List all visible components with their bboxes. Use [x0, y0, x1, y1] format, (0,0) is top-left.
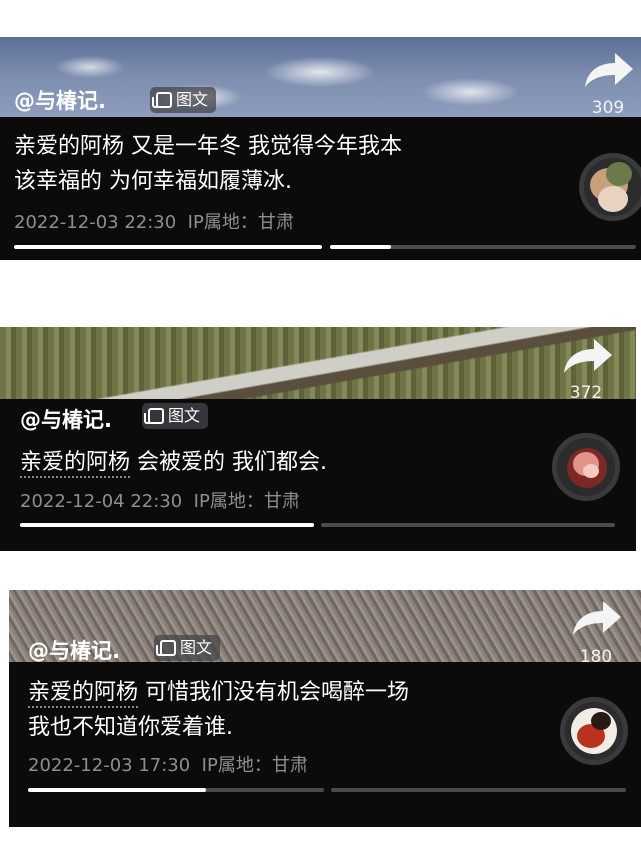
badge-label: 图文: [168, 406, 201, 425]
share-arrow-icon[interactable]: [581, 47, 637, 93]
avatar[interactable]: [552, 433, 620, 501]
post-text-highlight[interactable]: 亲爱的阿杨: [28, 680, 139, 708]
avatar[interactable]: [579, 153, 641, 221]
progress-fill: [28, 788, 206, 792]
timestamp: 2022-12-03 17:30: [28, 755, 191, 776]
progress-segment: [331, 788, 626, 792]
post-text-line: 我也不知道你爱着谁.: [28, 715, 233, 740]
share-count: 372: [569, 383, 603, 403]
post-text-highlight[interactable]: 亲爱的阿杨: [20, 450, 131, 478]
post-meta: 2022-12-03 17:30 IP属地：甘肃: [28, 751, 308, 777]
image-text-icon: [156, 640, 176, 656]
post-card-3[interactable]: @与椿记. 图文 180 亲爱的阿杨 可惜我们没有机会喝醉一场 我也不知道你爱着…: [9, 590, 641, 827]
post-card-1[interactable]: @与椿记. 图文 309 亲爱的阿杨 又是一年冬 我觉得今年我本 该幸福的 为何…: [0, 37, 641, 260]
post-meta: 2022-12-04 22:30 IP属地：甘肃: [20, 487, 300, 513]
image-text-icon: [144, 408, 164, 424]
image-text-icon: [152, 92, 172, 108]
share-arrow-icon[interactable]: [560, 333, 616, 379]
post-text: 亲爱的阿杨 可惜我们没有机会喝醉一场 我也不知道你爱着谁.: [28, 675, 409, 745]
badge-label: 图文: [176, 90, 209, 109]
post-card-2[interactable]: @与椿记. 图文 372 亲爱的阿杨 会被爱的 我们都会. 2022-12-04…: [0, 327, 636, 551]
post-text-line: 亲爱的阿杨 又是一年冬 我觉得今年我本: [14, 134, 402, 159]
image-text-badge: 图文: [142, 403, 209, 429]
post-text-line: 会被爱的 我们都会.: [130, 450, 327, 475]
username[interactable]: @与椿记.: [14, 85, 106, 115]
post-text: 亲爱的阿杨 又是一年冬 我觉得今年我本 该幸福的 为何幸福如履薄冰.: [14, 129, 402, 199]
post-text-line: 该幸福的 为何幸福如履薄冰.: [14, 169, 292, 194]
progress-fill: [14, 245, 322, 249]
progress-segment: [20, 523, 314, 527]
progress-segment: [28, 788, 324, 792]
progress-segment: [14, 245, 322, 249]
progress-segment: [321, 523, 615, 527]
ip-location: IP属地：甘肃: [193, 491, 300, 512]
post-text-line: 可惜我们没有机会喝醉一场: [138, 680, 410, 705]
share-count: 180: [579, 647, 613, 667]
badge-label: 图文: [180, 638, 213, 657]
username[interactable]: @与椿记.: [28, 635, 120, 665]
image-text-badge: 图文: [150, 87, 217, 113]
ip-location: IP属地：甘肃: [201, 755, 308, 776]
post-text: 亲爱的阿杨 会被爱的 我们都会.: [20, 445, 327, 480]
timestamp: 2022-12-04 22:30: [20, 491, 183, 512]
progress-segment: [330, 245, 636, 249]
avatar[interactable]: [560, 697, 628, 765]
username[interactable]: @与椿记.: [20, 404, 112, 434]
progress-fill: [20, 523, 314, 527]
image-text-badge: 图文: [154, 635, 221, 661]
progress-fill: [330, 245, 392, 249]
ip-location: IP属地：甘肃: [187, 212, 294, 233]
post-meta: 2022-12-03 22:30 IP属地：甘肃: [14, 208, 294, 234]
timestamp: 2022-12-03 22:30: [14, 212, 177, 233]
share-arrow-icon[interactable]: [569, 595, 625, 641]
post-image-grass[interactable]: [0, 327, 636, 399]
share-count: 309: [591, 98, 625, 118]
